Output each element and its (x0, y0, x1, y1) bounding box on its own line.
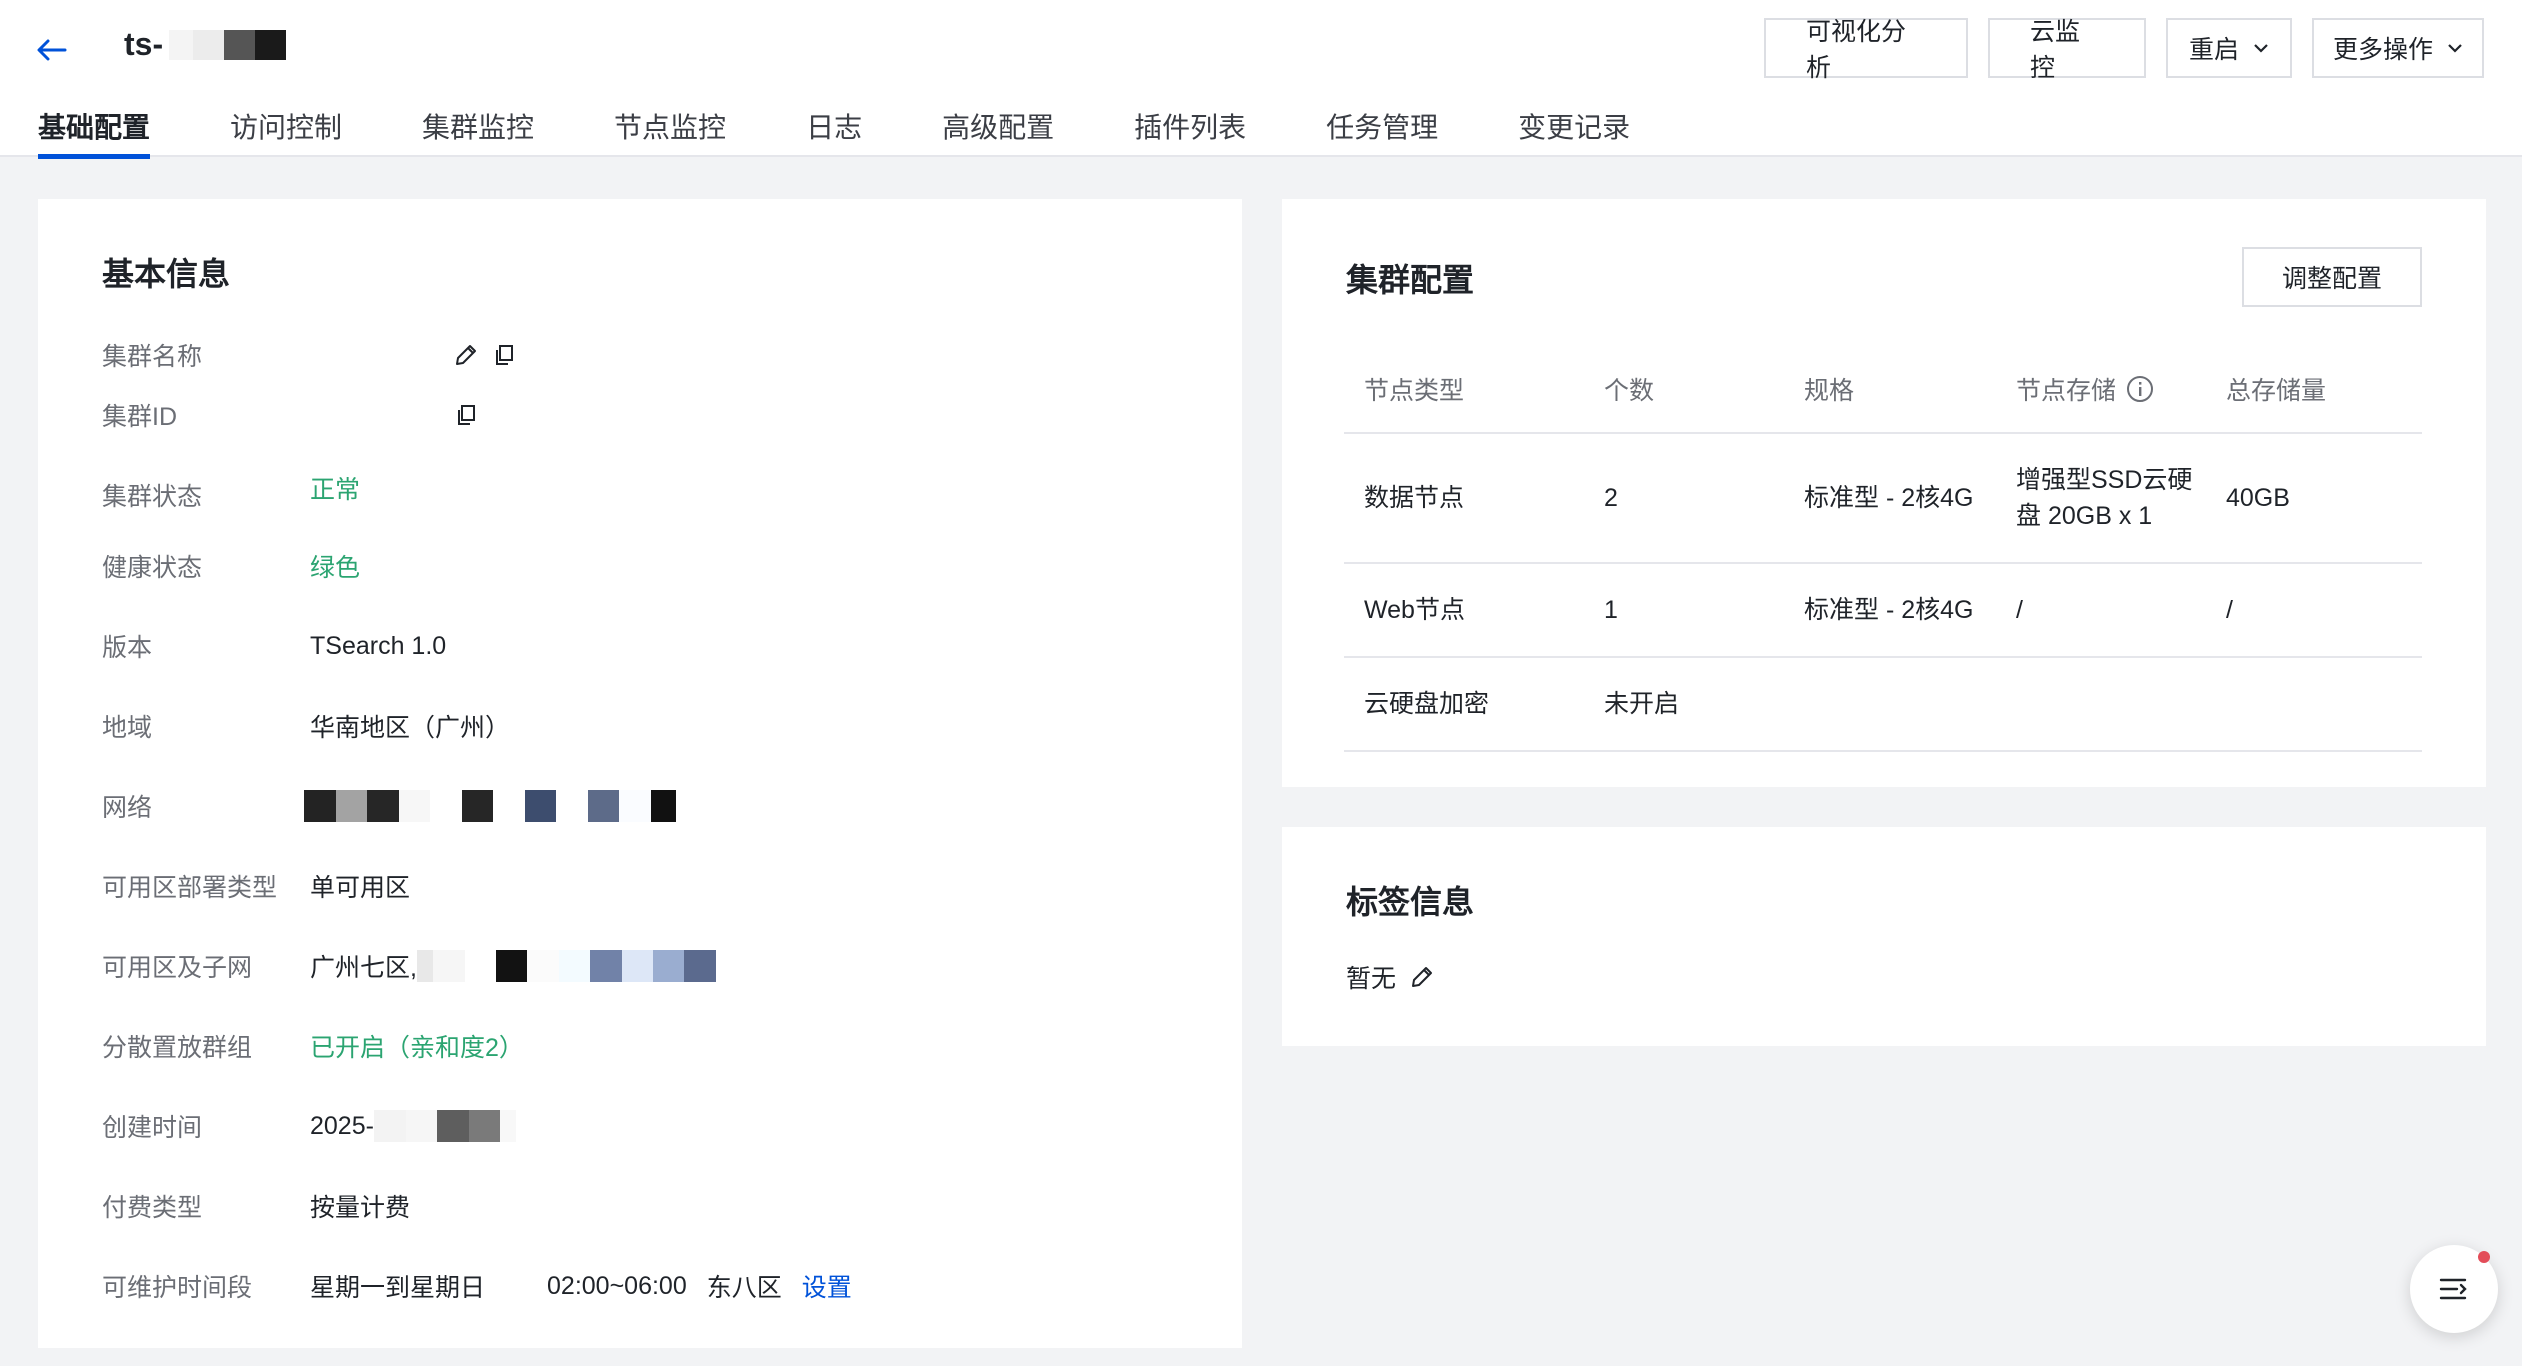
restart-dropdown-button[interactable]: 重启 (2166, 18, 2292, 78)
tab-change-log[interactable]: 变更记录 (1518, 106, 1630, 157)
maintenance-time: 02:00~06:00 (547, 1271, 687, 1300)
info-row-health: 健康状态 绿色 (102, 548, 360, 584)
info-row-cluster-status: 集群状态 正常 (102, 476, 360, 513)
column-header: 个数 (1584, 345, 1784, 434)
column-header: 节点类型 (1344, 345, 1584, 434)
tab-basic-config[interactable]: 基础配置 (38, 106, 151, 159)
info-row-maintenance: 可维护时间段 星期一到星期日 02:00~06:00 东八区 设置 (102, 1268, 852, 1304)
maintenance-settings-link[interactable]: 设置 (802, 1268, 852, 1304)
cluster-status-value: 正常 (310, 476, 361, 504)
back-arrow-icon[interactable] (32, 30, 72, 70)
table-row: 数据节点 2 标准型 - 2核4G 增强型SSD云硬 盘 20GB x 1 40… (1344, 433, 2422, 564)
cluster-name-text: ts- (124, 26, 164, 62)
region-value: 华南地区（广州） (310, 714, 511, 742)
basic-info-title: 基本信息 (102, 256, 231, 292)
version-value: TSearch 1.0 (310, 631, 447, 660)
tags-title: 标签信息 (1346, 884, 1475, 920)
redacted-mosaic (169, 29, 287, 60)
menu-icon (2439, 1278, 2467, 1300)
tab-cluster-monitor[interactable]: 集群监控 (422, 106, 534, 157)
tags-card: 标签信息 暂无 (1282, 827, 2486, 1046)
edit-icon[interactable] (1406, 961, 1438, 993)
info-row-cluster-id: 集群ID (102, 397, 482, 433)
cluster-config-card: 集群配置 调整配置 节点类型 个数 规格 节点存储 总存储量 数据节点 2 标准… (1282, 199, 2486, 787)
info-row-version: 版本 TSearch 1.0 (102, 631, 447, 663)
info-row-network: 网络 (102, 788, 676, 824)
redacted-subnet (416, 950, 716, 982)
visual-analysis-button[interactable]: 可视化分析 (1764, 18, 1968, 82)
basic-info-card: 基本信息 集群名称 集群ID 集群状态 正常 健康状态 绿色 版本 TSearc… (38, 199, 1242, 1348)
cluster-config-title: 集群配置 (1346, 262, 1475, 298)
created-time-value: 2025- (310, 1111, 374, 1140)
table-header-row: 节点类型 个数 规格 节点存储 总存储量 (1344, 345, 2422, 434)
info-row-cluster-name: 集群名称 (102, 337, 520, 373)
adjust-config-button[interactable]: 调整配置 (2242, 247, 2422, 307)
az-subnet-value: 广州七区, (310, 954, 417, 982)
page-header: ts- 可视化分析 云监控 重启 更多操作 基础配置 访问控制 集群监控 节点监… (0, 0, 2522, 159)
notification-dot (2478, 1251, 2490, 1263)
tab-tasks[interactable]: 任务管理 (1326, 106, 1438, 157)
cloud-monitor-button[interactable]: 云监控 (1988, 18, 2146, 82)
chevron-down-icon (2448, 44, 2462, 53)
copy-icon[interactable] (488, 339, 520, 371)
health-status-value: 绿色 (310, 554, 361, 582)
tab-logs[interactable]: 日志 (806, 106, 862, 157)
tab-plugins[interactable]: 插件列表 (1134, 106, 1246, 157)
copy-icon[interactable] (450, 399, 482, 431)
billing-value: 按量计费 (310, 1194, 411, 1222)
az-type-value: 单可用区 (310, 874, 411, 902)
info-row-placement-group: 分散置放群组 已开启（亲和度2） (102, 1028, 524, 1064)
column-header: 总存储量 (2206, 345, 2422, 434)
column-header: 规格 (1784, 345, 1996, 434)
tags-value: 暂无 (1346, 965, 1397, 993)
info-icon[interactable] (2126, 375, 2154, 403)
table-row: 云硬盘加密 未开启 (1344, 657, 2422, 752)
info-row-created-time: 创建时间 2025- (102, 1108, 516, 1144)
tab-access-control[interactable]: 访问控制 (230, 106, 342, 157)
redacted-network (304, 790, 676, 822)
tab-advanced-config[interactable]: 高级配置 (942, 106, 1054, 157)
cluster-title: ts- (124, 26, 287, 63)
table-row: Web节点 1 标准型 - 2核4G / / (1344, 563, 2422, 658)
placement-group-value: 已开启（亲和度2） (310, 1034, 524, 1062)
redacted-time (373, 1110, 516, 1142)
info-row-az-type: 可用区部署类型 单可用区 (102, 868, 410, 904)
tags-value-row: 暂无 (1346, 959, 1438, 995)
maintenance-timezone: 东八区 (706, 1274, 782, 1302)
edit-icon[interactable] (450, 339, 482, 371)
maintenance-days: 星期一到星期日 (310, 1274, 486, 1302)
cluster-config-table: 节点类型 个数 规格 节点存储 总存储量 数据节点 2 标准型 - 2核4G 增… (1344, 345, 2422, 752)
header-actions: 可视化分析 云监控 重启 更多操作 (1764, 18, 2484, 82)
more-actions-dropdown-button[interactable]: 更多操作 (2312, 18, 2484, 78)
column-header-storage: 节点存储 (1996, 345, 2206, 434)
info-row-region: 地域 华南地区（广州） (102, 708, 510, 744)
tab-node-monitor[interactable]: 节点监控 (614, 106, 726, 157)
chevron-down-icon (2254, 44, 2268, 53)
info-row-az-subnet: 可用区及子网 广州七区, (102, 948, 716, 984)
floating-menu-button[interactable] (2410, 1245, 2498, 1333)
tab-bar: 基础配置 访问控制 集群监控 节点监控 日志 高级配置 插件列表 任务管理 变更… (38, 106, 1710, 159)
info-row-billing: 付费类型 按量计费 (102, 1188, 410, 1224)
